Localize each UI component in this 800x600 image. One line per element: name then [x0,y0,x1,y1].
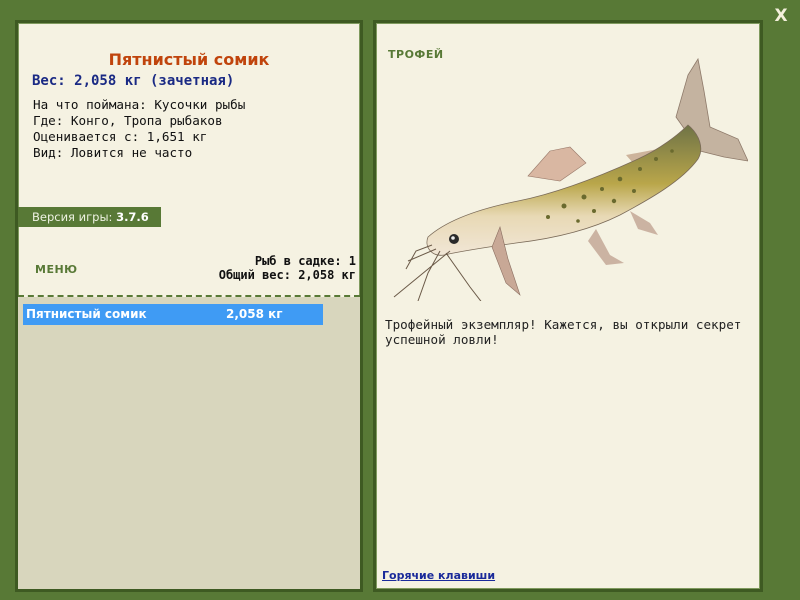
game-version-badge: Версия игры: 3.7.6 [18,207,161,227]
cage-fish-list: Пятнистый сомик 2,058 кг [18,297,360,589]
bait-line: На что поймана: Кусочки рыбы [33,97,246,112]
cage-total-weight: Общий вес: 2,058 кг [218,268,356,282]
location-line: Где: Конго, Тропа рыбаков [33,113,223,128]
rarity-line: Вид: Ловится не часто [33,145,193,160]
trophy-panel: ТРОФЕЙ Трофейный экземпляр! Кажется, вы … [373,20,763,592]
rated-from-line: Оценивается с: 1,651 кг [33,129,208,144]
fish-name-title: Пятнистый сомик [108,50,270,69]
menu-button[interactable]: МЕНЮ [35,263,78,276]
version-label: Версия игры: [32,210,113,224]
list-item[interactable]: Пятнистый сомик 2,058 кг [23,304,323,325]
fish-weight: Вес: 2,058 кг (зачетная) [32,73,235,89]
hotkeys-link[interactable]: Горячие клавиши [382,569,495,582]
catfish-image [393,57,748,301]
list-item-name: Пятнистый сомик [26,307,147,321]
cage-summary: Рыб в садке: 1 Общий вес: 2,058 кг [219,254,356,282]
fish-details: На что поймана: Кусочки рыбы Где: Конго,… [33,97,245,161]
version-value: 3.7.6 [116,210,149,224]
cage-count: Рыб в садке: 1 [254,254,356,268]
trophy-description: Трофейный экземпляр! Кажется, вы открыли… [385,317,742,347]
close-button[interactable]: X [772,6,790,26]
list-item-weight: 2,058 кг [226,307,283,321]
fish-info-panel: Пятнистый сомик Вес: 2,058 кг (зачетная)… [15,20,363,592]
